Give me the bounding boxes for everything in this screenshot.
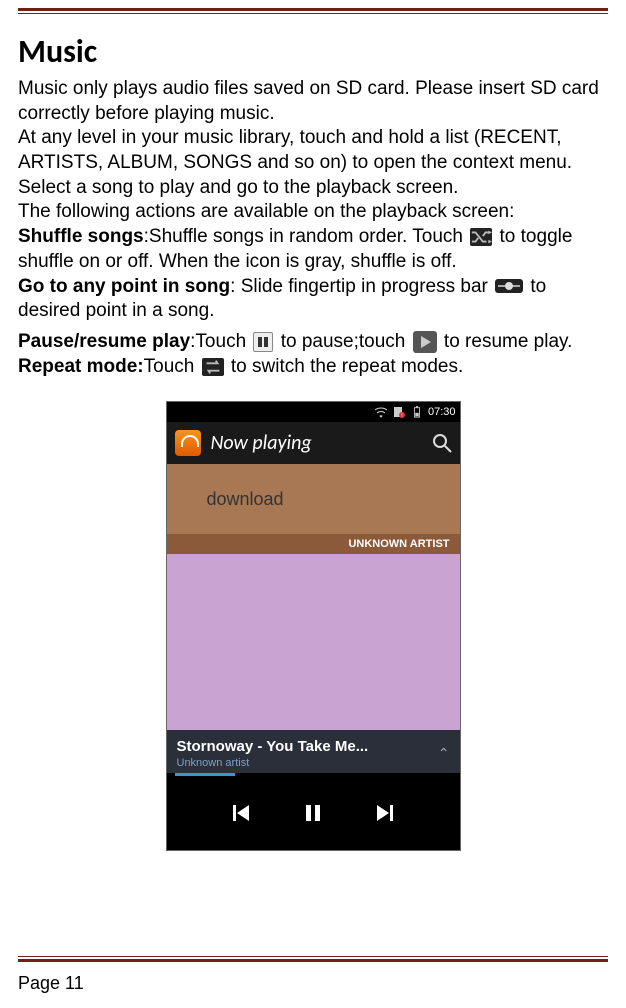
- track-info: Stornoway - You Take Me... Unknown artis…: [177, 738, 438, 769]
- sd-warning-icon: !: [392, 406, 406, 418]
- repeat-text-1: Touch: [144, 356, 195, 377]
- battery-icon: [410, 406, 424, 418]
- pause-icon: [253, 332, 273, 352]
- pause-text-2: to pause;touch: [275, 331, 405, 352]
- goto-line: Go to any point in song: Slide fingertip…: [18, 275, 608, 324]
- track-artist: Unknown artist: [177, 757, 438, 769]
- now-playing-title: Now playing: [211, 431, 422, 455]
- shuffle-text-1: :Shuffle songs in random order. Touch: [144, 226, 463, 247]
- shuffle-icon: [470, 228, 492, 246]
- track-title: Stornoway - You Take Me...: [177, 738, 438, 755]
- status-bar: ! 07:30: [167, 402, 460, 422]
- body-text: Music only plays audio files saved on SD…: [18, 77, 608, 379]
- page-heading: Music: [18, 32, 608, 71]
- pause-button[interactable]: [299, 801, 327, 825]
- track-bar[interactable]: Stornoway - You Take Me... Unknown artis…: [167, 730, 460, 773]
- wifi-icon: [374, 406, 388, 418]
- album-name: download: [207, 489, 460, 510]
- album-header[interactable]: download UNKNOWN ARTIST: [167, 464, 460, 554]
- album-artist-label: UNKNOWN ARTIST: [167, 534, 460, 554]
- shuffle-line: Shuffle songs:Shuffle songs in random or…: [18, 225, 608, 274]
- pause-label: Pause/resume play: [18, 331, 190, 352]
- playback-controls: [167, 776, 460, 850]
- paragraph-2: At any level in your music library, touc…: [18, 126, 608, 175]
- pause-line: Pause/resume play:Touch to pause;touch t…: [18, 330, 608, 355]
- title-bar: Now playing: [167, 422, 460, 464]
- album-name-row: download: [167, 464, 460, 534]
- pause-text-3: to resume play.: [439, 331, 573, 352]
- chevron-up-icon[interactable]: ⌃: [438, 745, 450, 762]
- paragraph-1: Music only plays audio files saved on SD…: [18, 77, 608, 126]
- search-icon[interactable]: [432, 433, 452, 453]
- progress-slider-icon: [495, 279, 523, 293]
- paragraph-4: The following actions are available on t…: [18, 200, 608, 225]
- repeat-icon: [202, 358, 224, 376]
- svg-text:!: !: [401, 413, 402, 418]
- album-art[interactable]: [167, 554, 460, 730]
- play-icon: [413, 331, 437, 353]
- playback-progress-bar[interactable]: [167, 773, 460, 776]
- pause-text-1: :Touch: [190, 331, 251, 352]
- page-footer: Page 11: [18, 973, 84, 994]
- music-app-icon[interactable]: [175, 430, 201, 456]
- status-time: 07:30: [428, 406, 456, 418]
- repeat-label: Repeat mode:: [18, 356, 144, 377]
- bottom-rule: [18, 956, 608, 962]
- paragraph-3: Select a song to play and go to the play…: [18, 176, 608, 201]
- phone-screenshot: ! 07:30 Now playing download UNKNOWN ART…: [166, 401, 461, 851]
- goto-text-1: : Slide fingertip in progress bar: [230, 276, 488, 297]
- repeat-line: Repeat mode:Touch to switch the repeat m…: [18, 355, 608, 380]
- next-button[interactable]: [371, 801, 399, 825]
- repeat-text-2: to switch the repeat modes.: [226, 356, 464, 377]
- previous-button[interactable]: [227, 801, 255, 825]
- shuffle-label: Shuffle songs: [18, 226, 144, 247]
- top-rule: [18, 8, 608, 14]
- goto-label: Go to any point in song: [18, 276, 230, 297]
